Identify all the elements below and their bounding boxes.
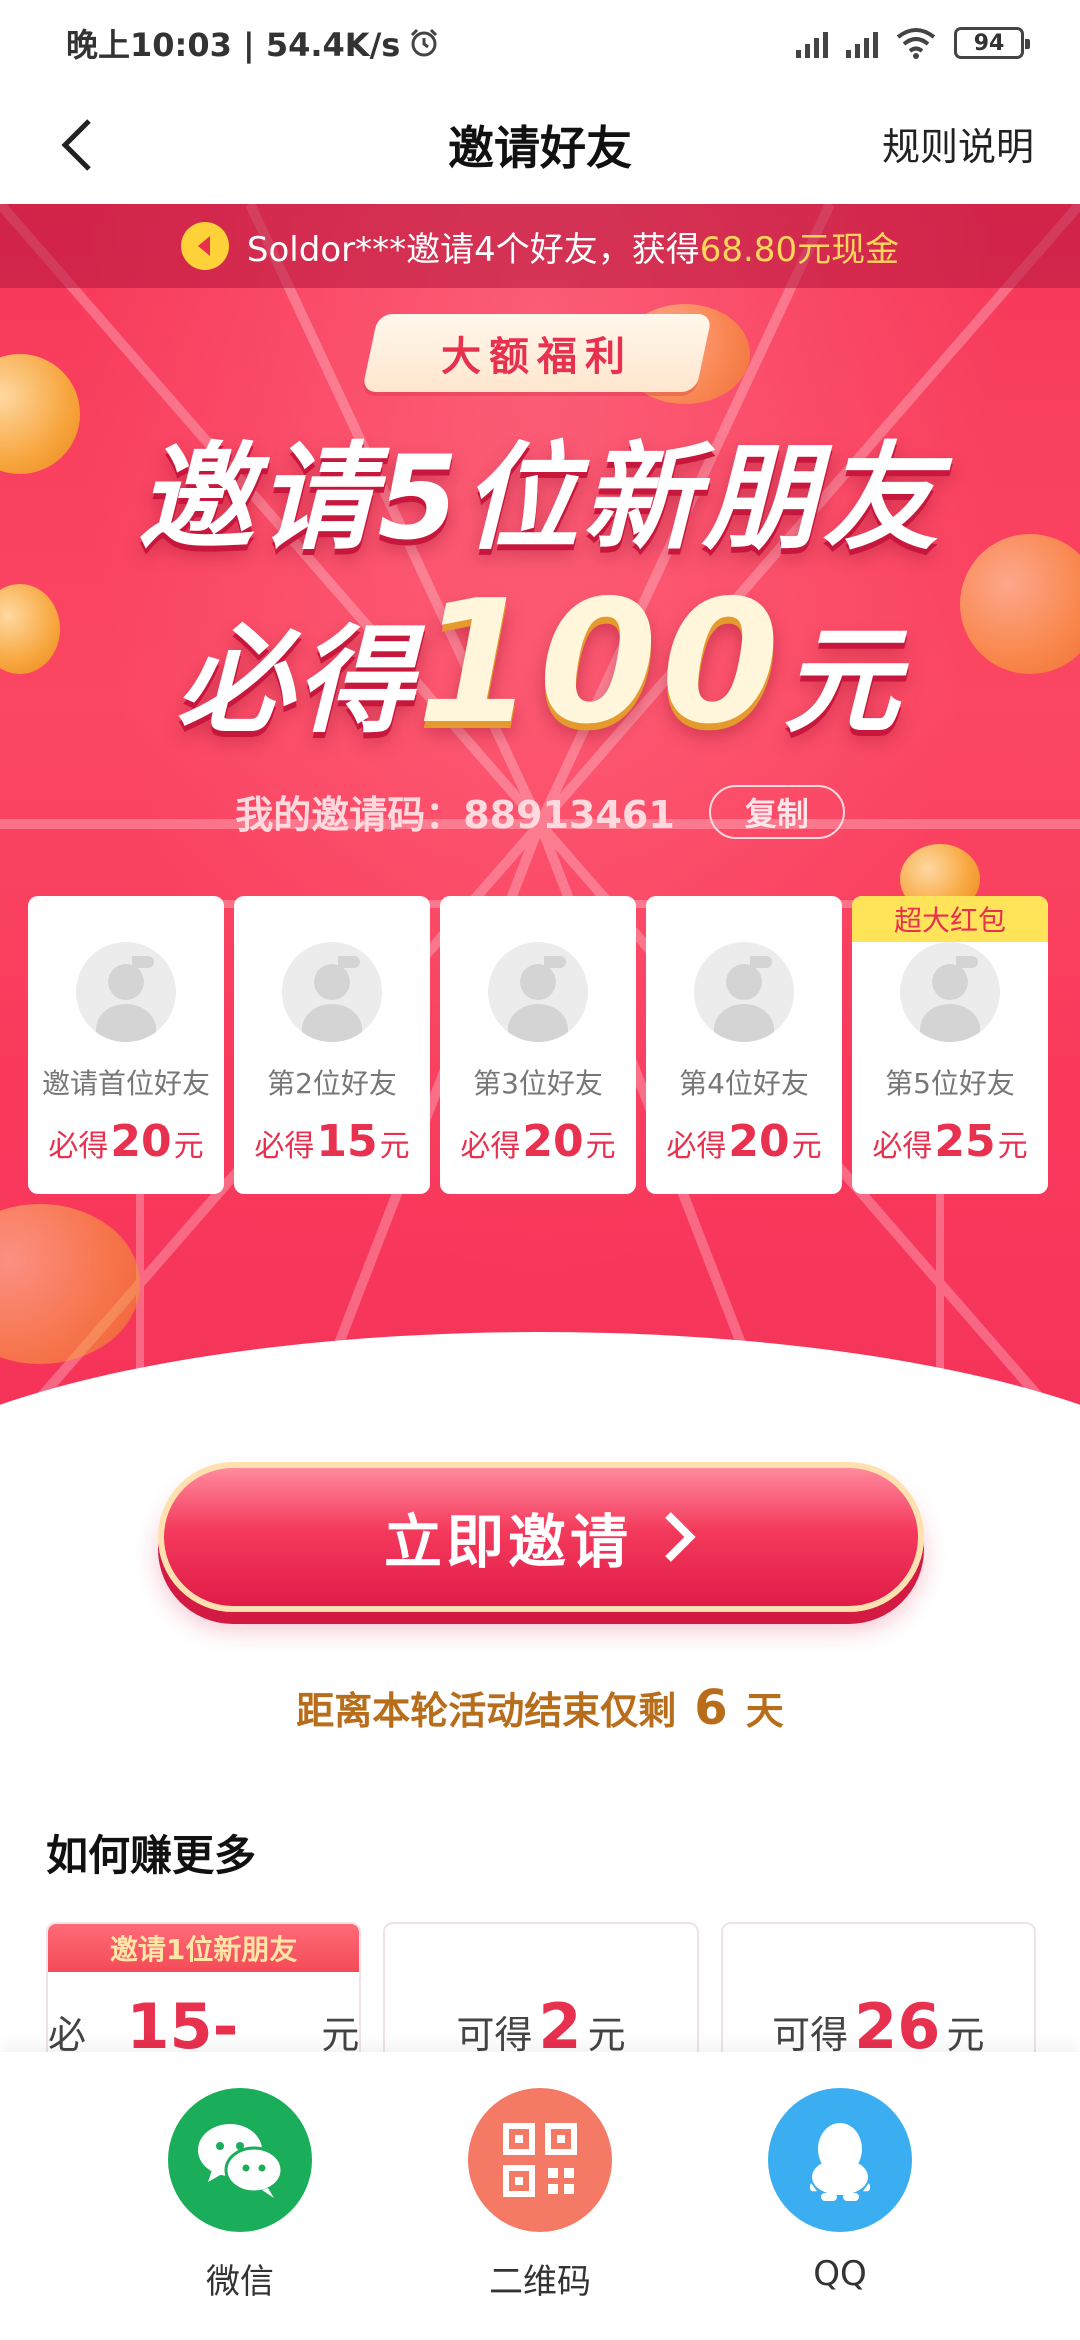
friend-card-label: 邀请首位好友	[41, 1067, 210, 1100]
headline-line1: 邀请5位新朋友	[137, 431, 943, 566]
friend-card-reward: 必得 20 元	[48, 1116, 204, 1167]
friend-card-label: 第4位好友	[679, 1067, 809, 1100]
share-wechat-label: 微信	[206, 2262, 274, 2302]
share-wechat[interactable]: 微信	[140, 2088, 340, 2340]
chevron-left-icon	[61, 119, 91, 171]
friend-card-4[interactable]: 第4位好友 必得 20 元	[646, 896, 842, 1194]
status-time-speed: 晚上10:03 | 54.4K/s	[66, 26, 401, 64]
activity-countdown: 距离本轮活动结束仅剩 6 天	[0, 1680, 1080, 1736]
invite-code: 我的邀请码：88913461	[235, 793, 675, 837]
headline-amount: 100	[416, 564, 784, 762]
speaker-icon	[180, 222, 229, 270]
friend-card-5[interactable]: 超大红包 第5位好友 必得 25 元	[852, 896, 1048, 1194]
friend-card-reward: 必得 20 元	[460, 1116, 616, 1167]
earn-card-invite[interactable]: 邀请1位新朋友 必得15-25元	[46, 1922, 362, 2062]
signal-icon	[796, 28, 828, 58]
friend-card-1[interactable]: 邀请首位好友 必得 20 元	[28, 896, 224, 1194]
friend-card-reward: 必得 25 元	[872, 1116, 1028, 1167]
big-redpacket-badge: 超大红包	[852, 896, 1048, 942]
avatar-placeholder-icon	[900, 942, 1000, 1042]
friend-card-label: 第2位好友	[267, 1067, 397, 1100]
qrcode-icon[interactable]	[468, 2088, 612, 2232]
copy-code-button[interactable]: 复制	[708, 784, 845, 839]
friend-card-2[interactable]: 第2位好友 必得 15 元	[234, 896, 430, 1194]
earn-cards: 邀请1位新朋友 必得15-25元 可得2元 可得26元	[46, 1922, 1036, 2062]
earn-card-tag: 邀请1位新朋友	[48, 1924, 360, 1972]
share-qq-label: QQ	[813, 2254, 867, 2294]
friend-card-label: 第3位好友	[473, 1067, 603, 1100]
qq-icon[interactable]	[768, 2088, 912, 2232]
chevron-right-icon	[665, 1512, 696, 1562]
share-qq[interactable]: QQ	[740, 2088, 940, 2340]
countdown-suffix: 天	[745, 1689, 784, 1733]
rules-link[interactable]: 规则说明	[882, 116, 1034, 171]
headline-line2: 必得100元	[0, 564, 1080, 762]
friend-card-reward: 必得 20 元	[666, 1116, 822, 1167]
battery-level: 94	[973, 30, 1005, 56]
earn-card-3[interactable]: 可得 26 元	[720, 1922, 1036, 2062]
share-qrcode[interactable]: 二维码	[440, 2088, 640, 2340]
share-bar: 微信 二维码 QQ	[0, 2052, 1080, 2340]
status-bar: 晚上10:03 | 54.4K/s 94	[0, 0, 1080, 86]
ribbon-text: 大额福利	[441, 334, 633, 380]
wifi-icon	[896, 28, 936, 59]
page-title: 邀请好友	[448, 121, 632, 175]
wechat-icon[interactable]	[168, 2088, 312, 2232]
invite-now-button[interactable]: 立即邀请	[158, 1462, 924, 1612]
winner-ticker: Soldor***邀请4个好友，获得68.80元现金	[0, 204, 1080, 288]
headline-prefix: 必得	[176, 614, 417, 749]
friend-card-label: 第5位好友	[885, 1067, 1015, 1100]
invite-code-row: 我的邀请码：88913461 复制	[0, 784, 1080, 839]
countdown-prefix: 距离本轮活动结束仅剩	[296, 1689, 677, 1733]
alarm-icon	[411, 28, 438, 57]
promo-ribbon: 大额福利	[361, 314, 713, 392]
friend-card-3[interactable]: 第3位好友 必得 20 元	[440, 896, 636, 1194]
share-qrcode-label: 二维码	[489, 2262, 591, 2302]
avatar-placeholder-icon	[488, 942, 588, 1042]
back-button[interactable]	[42, 110, 112, 180]
avatar-placeholder-icon	[694, 942, 794, 1042]
ticker-prefix: Soldor***邀请4个好友，获得	[246, 229, 700, 270]
ticker-text: Soldor***邀请4个好友，获得68.80元现金	[247, 222, 899, 271]
friend-reward-cards: 邀请首位好友 必得 20 元 第2位好友 必得 15 元 第3位好友 必得 20 元 第4位…	[28, 896, 1052, 1194]
countdown-days: 6	[694, 1680, 728, 1736]
status-right: 94	[796, 27, 1030, 59]
earn-more-title: 如何赚更多	[46, 1831, 257, 1880]
headline-suffix: 元	[783, 614, 904, 749]
avatar-placeholder-icon	[76, 942, 176, 1042]
invite-now-label: 立即邀请	[383, 1508, 632, 1576]
hero-banner: Soldor***邀请4个好友，获得68.80元现金 大额福利 邀请5位新朋友 …	[0, 204, 1080, 1444]
battery-icon: 94	[954, 27, 1030, 59]
status-left: 晚上10:03 | 54.4K/s	[66, 20, 440, 66]
nav-bar: 邀请好友 规则说明	[0, 86, 1080, 204]
earn-card-2[interactable]: 可得 2 元	[383, 1922, 699, 2062]
ticker-amount: 68.80元现金	[699, 229, 900, 270]
avatar-placeholder-icon	[282, 942, 382, 1042]
signal-hd-icon	[846, 28, 878, 58]
friend-card-reward: 必得 15 元	[254, 1116, 410, 1167]
